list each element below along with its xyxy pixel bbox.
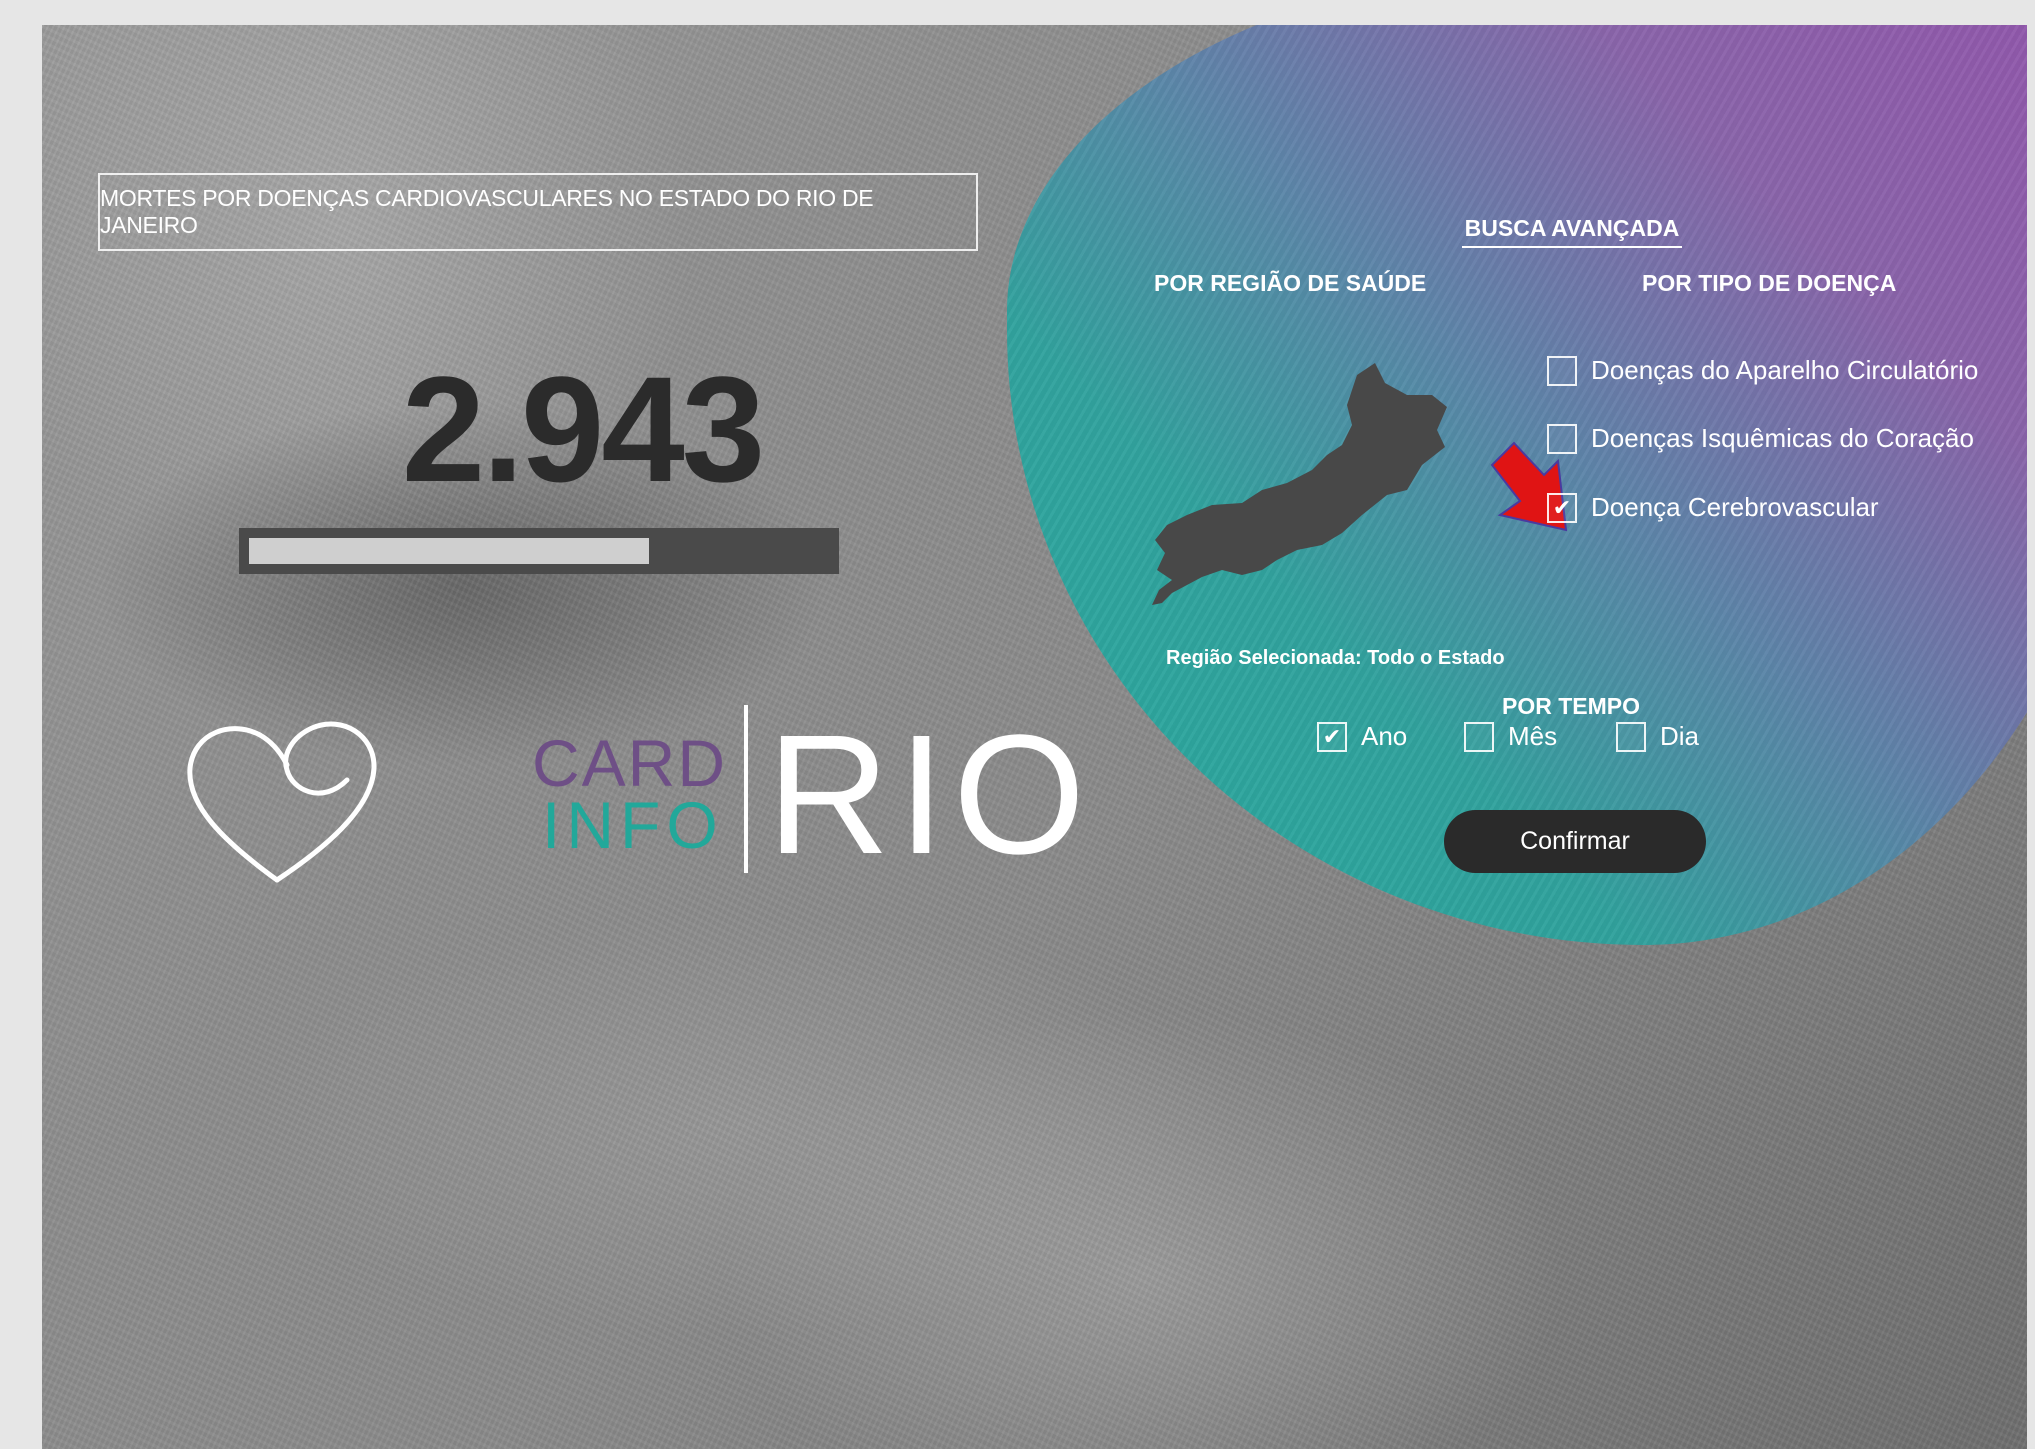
time-option-label: Dia — [1660, 721, 1700, 751]
disease-option-circulatory[interactable]: Doenças do Aparelho Circulatório — [1547, 355, 1978, 386]
heart-icon — [187, 721, 377, 883]
region-heading: POR REGIÃO DE SAÚDE — [1154, 270, 1427, 296]
rio-state-map[interactable] — [1147, 355, 1507, 615]
death-count: 2.943 — [401, 345, 765, 513]
checkmark-icon: ✔ — [1322, 723, 1342, 749]
logo-divider — [744, 705, 748, 873]
selected-region-text: Região Selecionada: Todo o Estado — [1166, 647, 1505, 669]
checkbox[interactable] — [1464, 721, 1494, 752]
checkbox[interactable] — [1547, 355, 1577, 386]
time-option-label: Mês — [1508, 721, 1558, 751]
checkbox[interactable] — [1547, 423, 1577, 454]
checkbox-checked[interactable]: ✔ — [1547, 492, 1577, 523]
disease-option-label: Doenças do Aparelho Circulatório — [1591, 355, 1979, 385]
disease-option-label: Doenças Isquêmicas do Coração — [1591, 423, 1974, 453]
page-title: MORTES POR DOENÇAS CARDIOVASCULARES NO E… — [100, 185, 874, 238]
logo-card-text: CARD — [532, 726, 728, 800]
checkbox-checked[interactable]: ✔ — [1317, 721, 1347, 752]
disease-option-ischemic[interactable]: Doenças Isquêmicas do Coração — [1547, 423, 1974, 454]
checkbox[interactable] — [1616, 721, 1646, 752]
time-option-year[interactable]: ✔ Ano — [1317, 721, 1407, 752]
page-title-box: MORTES POR DOENÇAS CARDIOVASCULARES NO E… — [98, 173, 978, 251]
checkmark-icon: ✔ — [1552, 494, 1572, 520]
cardinfo-rio-logo: CARD INFO RIO — [182, 685, 1085, 885]
progress-fill — [249, 538, 649, 564]
disease-option-label: Doença Cerebrovascular — [1591, 492, 1879, 522]
advanced-search-link[interactable]: BUSCA AVANÇADA — [1462, 215, 1682, 248]
time-option-label: Ano — [1361, 721, 1408, 751]
disease-option-cerebrovascular[interactable]: ✔ Doença Cerebrovascular — [1547, 492, 1879, 523]
hero-background: MORTES POR DOENÇAS CARDIOVASCULARES NO E… — [42, 25, 2027, 1449]
progress-bar — [239, 528, 839, 574]
logo-info-text: INFO — [542, 788, 724, 862]
time-option-month[interactable]: Mês — [1464, 721, 1557, 752]
time-heading: POR TEMPO — [1502, 693, 1641, 719]
confirm-button[interactable]: Confirmar — [1444, 810, 1706, 873]
logo-rio-text: RIO — [767, 700, 1094, 890]
disease-heading: POR TIPO DE DOENÇA — [1642, 270, 1897, 296]
time-option-day[interactable]: Dia — [1616, 721, 1699, 752]
